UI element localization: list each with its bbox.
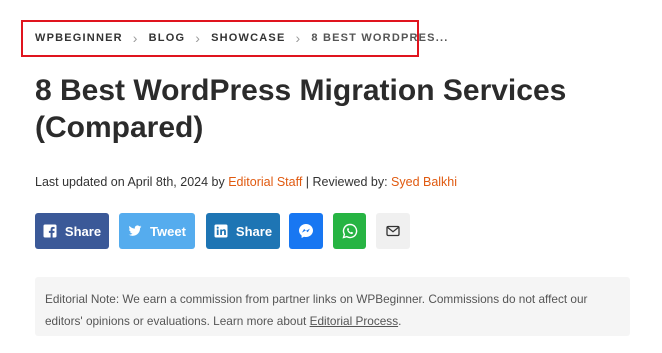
messenger-share-button[interactable] (289, 213, 323, 249)
page-title: 8 Best WordPress Migration Services (Com… (35, 74, 567, 144)
breadcrumb: WPBEGINNER › BLOG › SHOWCASE › 8 BEST WO… (35, 29, 449, 46)
linkedin-share-label: Share (235, 223, 273, 239)
reviewer-link[interactable]: Syed Balkhi (391, 175, 457, 189)
chevron-right-icon: › (295, 29, 302, 46)
author-link[interactable]: Editorial Staff (228, 175, 302, 189)
facebook-share-button[interactable]: Share (35, 213, 109, 249)
linkedin-share-button[interactable]: Share (206, 213, 280, 249)
whatsapp-icon (341, 223, 358, 239)
editorial-process-link[interactable]: Editorial Process (310, 314, 399, 328)
breadcrumb-item-blog[interactable]: BLOG (149, 32, 186, 44)
facebook-share-label: Share (64, 223, 102, 239)
reviewed-text: | Reviewed by: (302, 175, 392, 189)
chevron-right-icon: › (195, 29, 202, 46)
updated-text: Last updated on April 8th, 2024 by (35, 175, 229, 189)
messenger-icon (298, 223, 314, 239)
breadcrumb-item-showcase[interactable]: SHOWCASE (211, 32, 285, 44)
breadcrumb-current: 8 BEST WORDPRES... (311, 32, 449, 44)
editorial-note-suffix: . (398, 314, 402, 328)
twitter-tweet-label: Tweet (150, 223, 186, 239)
envelope-icon (385, 223, 401, 239)
whatsapp-share-button[interactable] (333, 213, 366, 249)
twitter-tweet-button[interactable]: Tweet (119, 213, 195, 249)
twitter-icon (128, 224, 142, 238)
facebook-icon (43, 224, 57, 238)
article-header: WPBEGINNER › BLOG › SHOWCASE › 8 BEST WO… (0, 0, 662, 353)
email-share-button[interactable] (376, 213, 410, 249)
article-meta: Last updated on April 8th, 2024 by Edito… (35, 175, 457, 189)
linkedin-icon (214, 224, 228, 238)
breadcrumb-item-wpbeginner[interactable]: WPBEGINNER (35, 32, 123, 44)
editorial-note: Editorial Note: We earn a commission fro… (35, 277, 630, 336)
chevron-right-icon: › (132, 29, 139, 46)
